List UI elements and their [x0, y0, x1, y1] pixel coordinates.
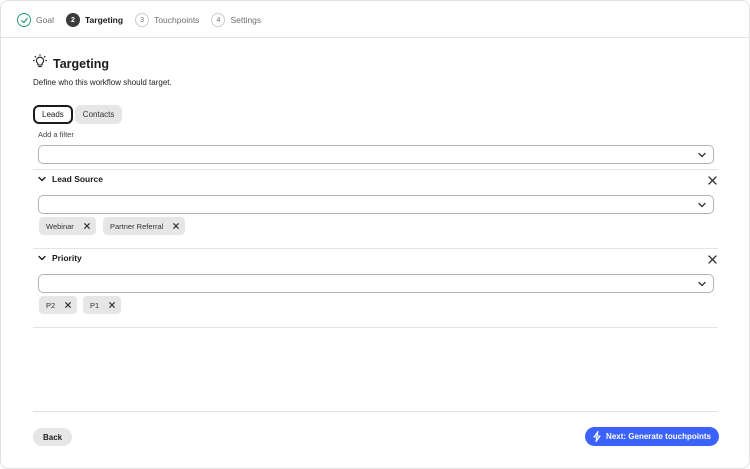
step-touchpoints[interactable]: 3 Touchpoints — [135, 13, 199, 27]
section-divider — [33, 169, 718, 170]
step-label: Goal — [36, 15, 54, 25]
remove-section-close-icon[interactable] — [706, 174, 718, 186]
leads-tab[interactable]: Leads — [33, 105, 73, 124]
remove-tag-close-icon[interactable] — [83, 223, 90, 229]
remove-section-close-icon[interactable] — [706, 253, 718, 265]
tag-chip: Webinar — [39, 217, 96, 235]
step-label: Settings — [230, 15, 262, 25]
page-subtitle: Define who this workflow should target. — [33, 78, 172, 87]
next-button-label: Next: Generate touchpoints — [606, 432, 711, 441]
step-number: 3 — [135, 13, 150, 27]
lead-source-dropdown[interactable] — [38, 195, 714, 214]
audience-toggle: Leads Contacts — [33, 105, 123, 124]
chevron-down-icon[interactable] — [696, 278, 708, 290]
step-goal[interactable]: Goal — [17, 13, 54, 27]
step-settings[interactable]: 4 Settings — [211, 13, 261, 27]
step-number: 2 — [65, 13, 80, 27]
tag-label: Webinar — [46, 221, 74, 231]
step-label: Touchpoints — [154, 15, 200, 25]
remove-tag-close-icon[interactable] — [65, 302, 72, 308]
stepper: Goal 2 Targeting 3 Touchpoints 4 Setting… — [17, 11, 273, 29]
add-filter-dropdown[interactable] — [38, 145, 714, 164]
lightbulb-icon — [33, 54, 47, 74]
header-divider — [1, 37, 749, 38]
section-divider — [33, 327, 718, 328]
chevron-down-icon[interactable] — [696, 149, 708, 161]
step-number: 4 — [211, 13, 226, 27]
section-title: Lead Source — [52, 174, 104, 184]
remove-tag-close-icon[interactable] — [173, 223, 180, 229]
section-header-lead-source[interactable]: Lead Source — [38, 174, 103, 184]
step-label: Targeting — [84, 15, 124, 25]
footer-divider — [33, 411, 718, 412]
page-title: Targeting — [53, 57, 110, 71]
tag-label: P2 — [46, 300, 56, 310]
tag-chip: P2 — [39, 296, 78, 314]
priority-dropdown[interactable] — [38, 274, 714, 293]
add-filter-label: Add a filter — [38, 130, 74, 139]
chevron-down-icon[interactable] — [696, 199, 708, 211]
check-circle-icon — [17, 13, 31, 27]
lightning-icon — [593, 431, 601, 442]
section-divider — [33, 248, 718, 249]
section-title: Priority — [52, 253, 82, 263]
section-header-priority[interactable]: Priority — [38, 253, 82, 263]
back-button[interactable]: Back — [33, 428, 73, 446]
contacts-tab[interactable]: Contacts — [74, 105, 123, 124]
chevron-down-icon[interactable] — [38, 255, 46, 261]
page-header: Targeting — [33, 54, 109, 74]
chevron-down-icon[interactable] — [38, 176, 46, 182]
workflow-panel: Goal 2 Targeting 3 Touchpoints 4 Setting… — [0, 0, 750, 469]
remove-tag-close-icon[interactable] — [109, 302, 116, 308]
step-targeting[interactable]: 2 Targeting — [65, 13, 124, 27]
next-generate-touchpoints-button[interactable]: Next: Generate touchpoints — [585, 427, 719, 446]
tag-chip: Partner Referral — [103, 217, 186, 235]
tag-label: Partner Referral — [110, 221, 164, 231]
tag-label: P1 — [90, 300, 100, 310]
tag-chip: P1 — [83, 296, 122, 314]
